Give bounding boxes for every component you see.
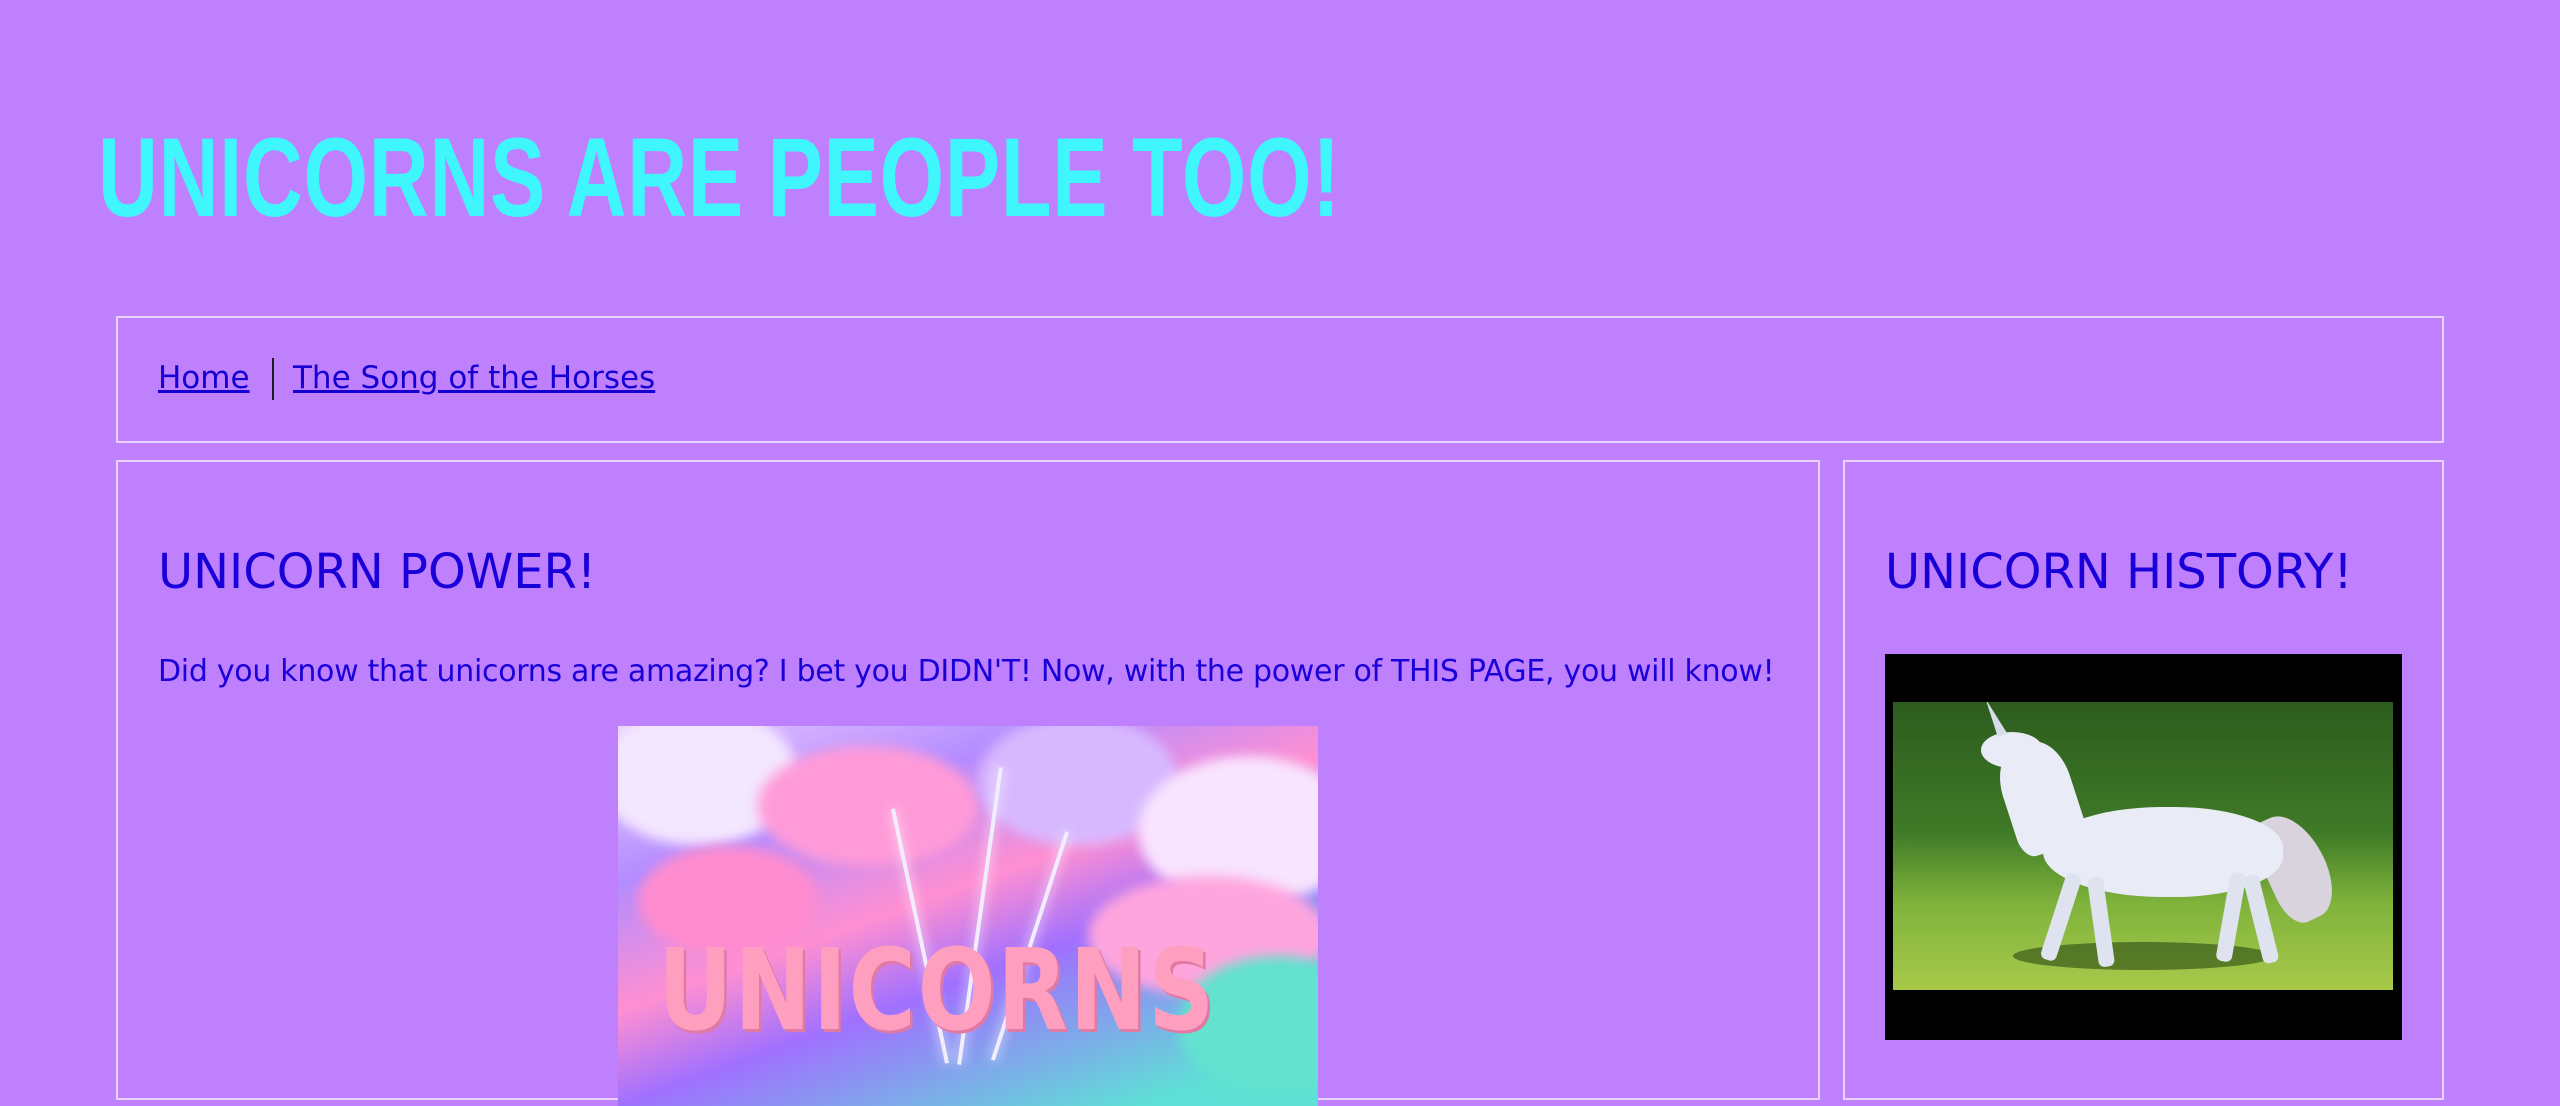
nav-link-song-of-the-horses[interactable]: The Song of the Horses — [293, 358, 655, 398]
main-heading: UNICORN POWER! — [158, 544, 597, 600]
unicorn-power-image: UNICORNS — [618, 726, 1318, 1106]
unicorn-history-image — [1885, 654, 2402, 1040]
main-content-panel: UNICORN POWER! Did you know that unicorn… — [116, 460, 1820, 1106]
intro-text-end: , you will know! — [1545, 654, 1775, 689]
unicorns-image-lettering: UNICORNS — [658, 926, 1216, 1056]
intro-emphasis: THIS PAGE — [1391, 654, 1546, 689]
sidebar-heading: UNICORN HISTORY! — [1885, 544, 2353, 600]
nav-divider — [272, 358, 274, 400]
nav-link-home[interactable]: Home — [158, 358, 250, 398]
site-title: UNICORNS ARE PEOPLE TOO! — [98, 115, 1341, 240]
intro-text-start: Did you know that unicorns are amazing? … — [158, 654, 1392, 689]
sidebar-panel: UNICORN HISTORY! — [1843, 460, 2444, 1100]
intro-paragraph: Did you know that unicorns are amazing? … — [158, 652, 1775, 692]
main-nav: Home The Song of the Horses — [116, 316, 2444, 443]
